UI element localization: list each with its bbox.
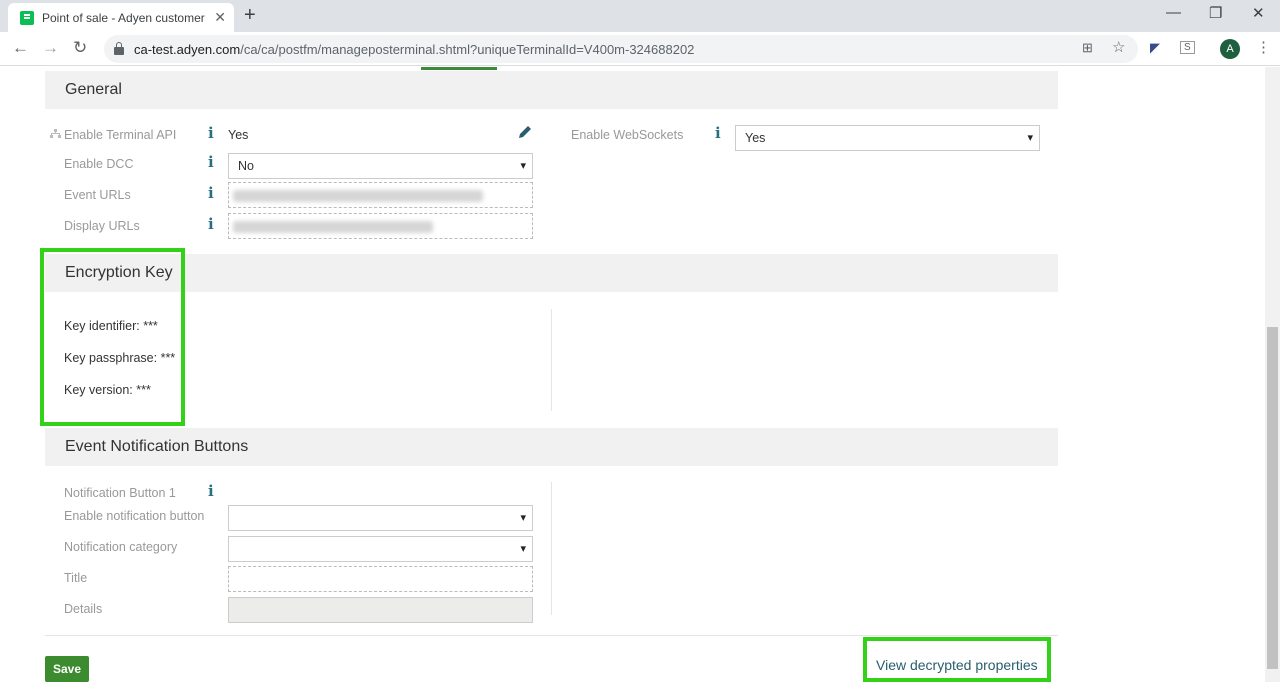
display-urls-label: Display URLs xyxy=(64,219,140,233)
close-window-icon[interactable]: ✕ xyxy=(1252,4,1265,22)
info-icon[interactable]: i xyxy=(208,482,214,500)
details-input[interactable] xyxy=(228,597,533,623)
notification-button-1-label: Notification Button 1 xyxy=(64,486,176,500)
redacted-text xyxy=(233,221,433,233)
bookmark-star-icon[interactable]: ☆ xyxy=(1112,38,1125,56)
footer-divider xyxy=(45,635,1058,636)
notification-category-label: Notification category xyxy=(64,540,178,554)
redacted-text xyxy=(233,190,483,202)
profile-avatar[interactable]: A xyxy=(1220,39,1240,59)
general-heading: General xyxy=(45,71,1058,109)
enable-dcc-select[interactable]: No xyxy=(228,153,533,179)
event-urls-input[interactable] xyxy=(228,182,533,208)
view-decrypted-highlight xyxy=(863,637,1051,682)
enable-notification-button-label: Enable notification button xyxy=(64,509,205,523)
notification-category-select[interactable] xyxy=(228,536,533,562)
address-bar[interactable]: ca-test.adyen.com/ca/ca/postfm/managepos… xyxy=(104,35,1138,63)
page-scrollbar[interactable] xyxy=(1265,67,1280,682)
display-urls-input[interactable] xyxy=(228,213,533,239)
title-input[interactable] xyxy=(228,566,533,592)
info-icon[interactable]: i xyxy=(208,124,214,142)
enable-websockets-select[interactable]: Yes xyxy=(735,125,1040,151)
browser-tab[interactable]: Point of sale - Adyen customer a ✕ xyxy=(8,3,234,32)
column-divider xyxy=(551,482,552,615)
encryption-key-heading: Encryption Key xyxy=(45,254,1058,292)
url-host: ca-test.adyen.com xyxy=(134,41,241,57)
adyen-favicon-icon xyxy=(20,10,34,25)
reload-icon[interactable]: ↻ xyxy=(73,38,87,58)
info-icon[interactable]: i xyxy=(208,215,214,233)
enable-terminal-api-label: Enable Terminal API xyxy=(64,128,177,142)
back-icon[interactable]: ← xyxy=(12,38,29,58)
event-urls-label: Event URLs xyxy=(64,188,131,202)
details-label: Details xyxy=(64,602,103,616)
browser-tab-bar: Point of sale - Adyen customer a ✕ + — ❐… xyxy=(0,0,1280,32)
info-icon[interactable]: i xyxy=(715,124,721,142)
lock-icon xyxy=(114,42,124,55)
title-label: Title xyxy=(64,571,88,585)
url-text: ca-test.adyen.com/ca/ca/postfm/managepos… xyxy=(134,42,694,57)
forward-icon[interactable]: → xyxy=(42,38,59,58)
encryption-key-highlight xyxy=(40,248,185,426)
enable-websockets-label: Enable WebSockets xyxy=(571,128,684,142)
page-content: General Enable Terminal API i Yes Enable… xyxy=(0,67,1265,682)
translate-icon[interactable]: ⊞ xyxy=(1082,40,1093,56)
active-tab-indicator xyxy=(421,67,497,70)
enable-dcc-label: Enable DCC xyxy=(64,157,134,171)
minimize-icon[interactable]: — xyxy=(1166,4,1181,21)
extension-s-icon[interactable]: S xyxy=(1180,41,1195,54)
restore-icon[interactable]: ❐ xyxy=(1209,4,1222,22)
enable-notification-button-select[interactable] xyxy=(228,505,533,531)
edit-pencil-icon[interactable] xyxy=(518,125,532,139)
url-path: /ca/ca/postfm/manageposterminal.shtml?un… xyxy=(240,41,695,57)
hierarchy-icon xyxy=(50,129,61,138)
scrollbar-thumb[interactable] xyxy=(1267,327,1278,669)
save-button[interactable]: Save xyxy=(45,656,89,682)
menu-kebab-icon[interactable]: ⋮ xyxy=(1256,38,1271,56)
event-notification-heading: Event Notification Buttons xyxy=(45,428,1058,466)
extension-icon[interactable]: ◤ xyxy=(1150,40,1160,56)
browser-toolbar: ← → ↻ ca-test.adyen.com/ca/ca/postfm/man… xyxy=(0,32,1280,66)
column-divider xyxy=(551,309,552,411)
enable-terminal-api-value: Yes xyxy=(228,128,249,142)
close-tab-icon[interactable]: ✕ xyxy=(214,9,226,26)
info-icon[interactable]: i xyxy=(208,153,214,171)
new-tab-icon[interactable]: + xyxy=(244,4,256,27)
info-icon[interactable]: i xyxy=(208,184,214,202)
tab-title: Point of sale - Adyen customer a xyxy=(42,10,209,25)
